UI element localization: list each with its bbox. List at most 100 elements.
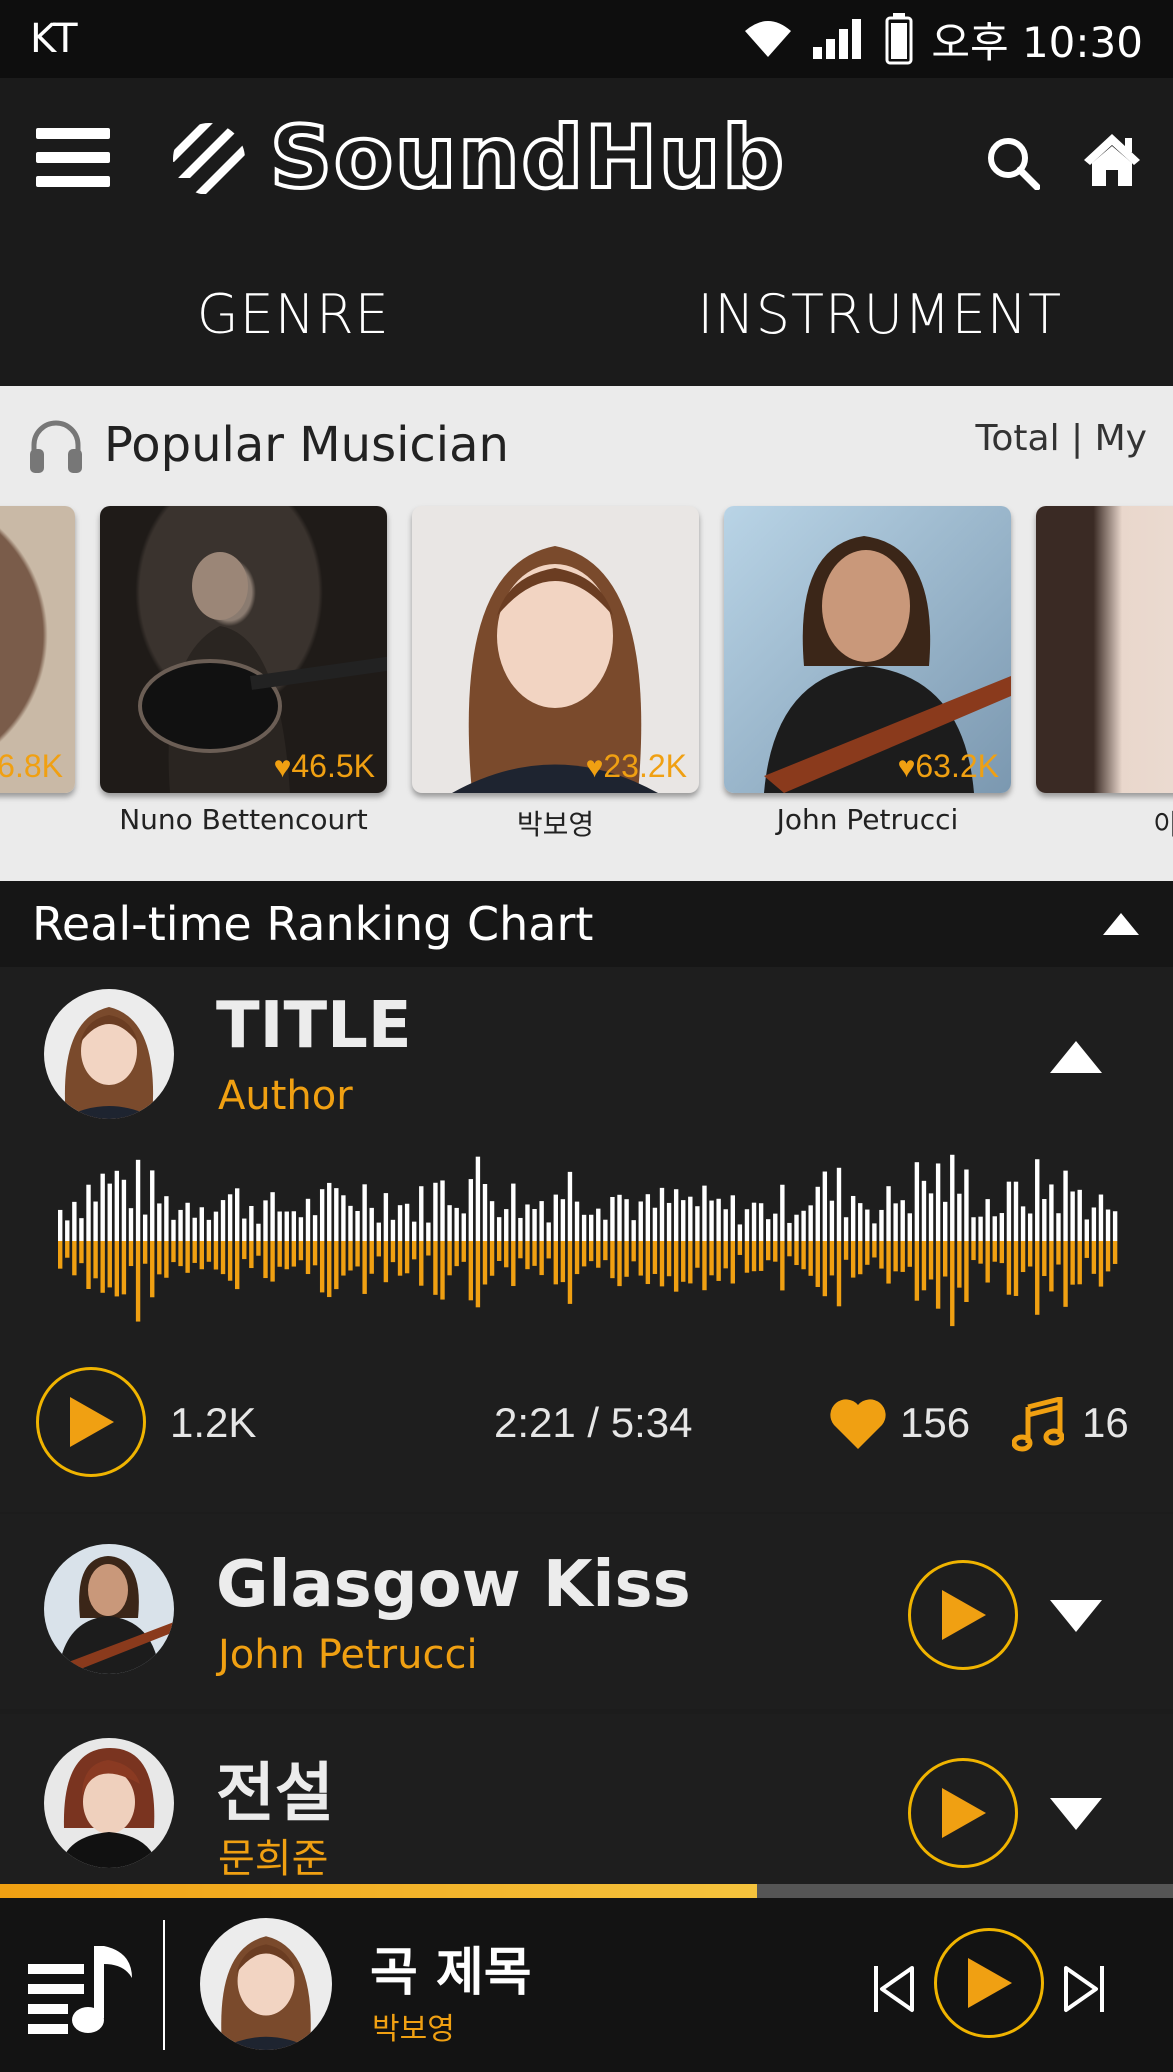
waveform-bar-top xyxy=(1042,1199,1047,1241)
ranking-item-expanded[interactable]: TITLE Author 1.2K 2:21 / 5:34 156 16 xyxy=(0,967,1173,1512)
waveform-bar-bottom xyxy=(454,1241,459,1267)
waveform-bar-bottom xyxy=(546,1241,551,1259)
headphones-icon xyxy=(30,420,82,473)
waveform-bar-bottom xyxy=(886,1241,891,1284)
skip-previous-icon[interactable] xyxy=(872,1964,916,2014)
waveform-bar-bottom xyxy=(525,1241,530,1270)
waveform-bar-top xyxy=(298,1217,304,1241)
section-title: Popular Musician xyxy=(104,417,509,473)
waveform-bar-top xyxy=(992,1216,997,1241)
play-button[interactable] xyxy=(908,1758,1018,1868)
waveform-bar-top xyxy=(433,1182,438,1241)
waveform-bar-bottom xyxy=(185,1241,190,1273)
musician-card[interactable]: ♥46.5K Nuno Bettencourt xyxy=(100,506,387,843)
ranking-item[interactable]: Glasgow Kiss John Petrucci xyxy=(0,1514,1173,1709)
musician-card[interactable]: 아이 xyxy=(1036,506,1173,843)
waveform-bar-bottom xyxy=(58,1241,63,1269)
waveform-bar-bottom xyxy=(603,1241,608,1261)
musician-card[interactable]: ♥63.2K John Petrucci xyxy=(724,506,1011,843)
waveform-bar-top xyxy=(589,1214,594,1241)
like-count: ♥6.8K xyxy=(0,748,63,784)
waveform-bar-top xyxy=(539,1201,544,1241)
waveform-bar-bottom xyxy=(709,1241,714,1276)
waveform-bar-top xyxy=(751,1202,757,1241)
waveform-bar-top xyxy=(355,1210,360,1241)
waveform-bar-top xyxy=(1098,1194,1104,1241)
waveform-bar-top xyxy=(157,1203,162,1241)
waveform-bar-bottom xyxy=(723,1241,728,1269)
chevron-up-icon[interactable] xyxy=(1101,911,1141,937)
waveform-bar-top xyxy=(858,1203,863,1241)
playback-progress[interactable] xyxy=(0,1884,1173,1898)
waveform-bar-bottom xyxy=(560,1241,566,1283)
waveform-bar-top xyxy=(242,1218,247,1241)
waveform-bar-top xyxy=(744,1209,750,1241)
waveform-bar-bottom xyxy=(121,1241,127,1295)
waveform-bar-bottom xyxy=(666,1241,672,1277)
waveform-bar-bottom xyxy=(730,1241,735,1284)
waveform-bar-top xyxy=(482,1184,488,1241)
waveform-bar-bottom xyxy=(1084,1241,1089,1258)
waveform[interactable] xyxy=(58,1141,1120,1341)
play-button[interactable] xyxy=(908,1560,1018,1670)
filter-total[interactable]: Total xyxy=(976,418,1060,459)
like-count: ♥23.2K xyxy=(585,748,687,784)
waveform-bar-top xyxy=(624,1199,629,1241)
play-button[interactable] xyxy=(36,1367,146,1477)
waveform-bar-bottom xyxy=(419,1241,424,1286)
waveform-bar-top xyxy=(914,1162,920,1241)
waveform-bar-top xyxy=(489,1201,495,1241)
waveform-bar-top xyxy=(504,1209,509,1241)
waveform-bar-bottom xyxy=(178,1241,183,1267)
player-play-button[interactable] xyxy=(934,1928,1044,2038)
musician-card[interactable]: ♥23.2K 박보영 xyxy=(412,506,699,843)
waveform-bar-top xyxy=(1035,1159,1040,1241)
logo-mark-icon xyxy=(173,123,245,195)
chevron-up-icon[interactable] xyxy=(1048,1039,1104,1075)
search-icon[interactable] xyxy=(986,136,1040,190)
chevron-down-icon[interactable] xyxy=(1048,1796,1104,1832)
waveform-bar-bottom xyxy=(737,1241,743,1255)
musician-card[interactable]: ♥6.8K xyxy=(0,506,75,843)
waveform-bar-bottom xyxy=(213,1241,219,1270)
waveform-bar-top xyxy=(86,1184,91,1241)
waveform-bar-bottom xyxy=(1049,1241,1054,1292)
playlist-icon[interactable] xyxy=(28,1942,138,2038)
waveform-bar-top xyxy=(886,1186,891,1241)
skip-next-icon[interactable] xyxy=(1062,1964,1106,2014)
waveform-bar-bottom xyxy=(256,1241,261,1256)
waveform-bar-top xyxy=(249,1205,254,1241)
musician-name: 박보영 xyxy=(516,808,595,841)
waveform-bar-bottom xyxy=(652,1241,658,1274)
ranking-item[interactable]: 전설 문희준 xyxy=(0,1714,1173,1884)
waveform-bar-bottom xyxy=(985,1241,990,1283)
waveform-bar-top xyxy=(681,1200,686,1241)
play-icon xyxy=(942,1590,986,1640)
music-note-icon[interactable] xyxy=(1012,1397,1064,1453)
waveform-bar-bottom xyxy=(397,1241,403,1276)
play-icon xyxy=(942,1788,986,1838)
musician-carousel[interactable]: ♥6.8K ♥46.5K Nuno Bettencourt xyxy=(0,506,1173,843)
waveform-bar-top xyxy=(603,1219,608,1241)
menu-icon[interactable] xyxy=(36,126,110,190)
home-icon[interactable] xyxy=(1082,132,1142,188)
tab-instrument[interactable]: INSTRUMENT xyxy=(587,243,1173,386)
waveform-bar-top xyxy=(362,1184,367,1241)
chevron-down-icon[interactable] xyxy=(1048,1598,1104,1634)
waveform-bar-top xyxy=(404,1203,410,1241)
avatar-graphic xyxy=(62,1007,156,1119)
waveform-bar-top xyxy=(610,1196,615,1241)
waveform-bar-top xyxy=(631,1220,636,1241)
waveform-bar-top xyxy=(737,1224,743,1241)
tab-genre[interactable]: GENRE xyxy=(0,243,587,386)
waveform-bar-bottom xyxy=(758,1241,764,1271)
waveform-bar-top xyxy=(426,1222,431,1241)
waveform-bar-bottom xyxy=(815,1241,820,1288)
waveform-bar-top xyxy=(334,1188,339,1241)
waveform-bar-top xyxy=(277,1211,282,1241)
waveform-bar-bottom xyxy=(334,1241,339,1290)
filter-my[interactable]: My xyxy=(1095,418,1147,459)
waveform-bar-bottom xyxy=(227,1241,233,1281)
heart-icon[interactable] xyxy=(828,1397,888,1451)
waveform-bar-bottom xyxy=(914,1241,920,1301)
